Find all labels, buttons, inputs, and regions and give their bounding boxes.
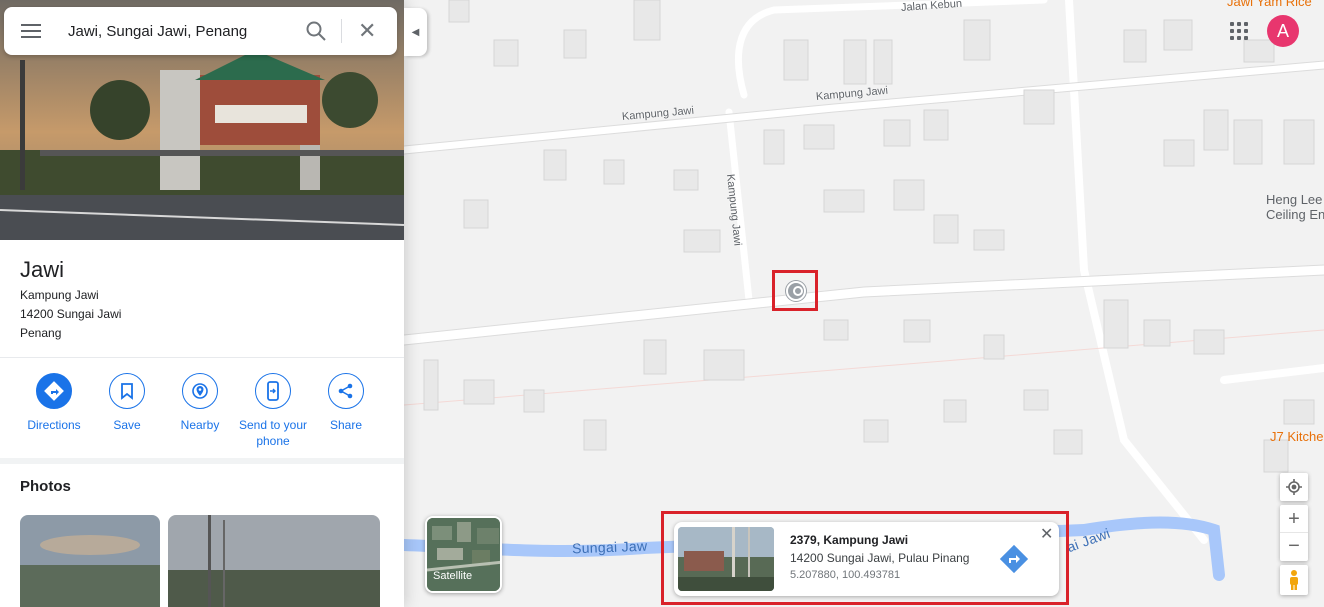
info-card-directions-button[interactable] (999, 544, 1029, 574)
zoom-in-button[interactable]: + (1280, 506, 1308, 533)
satellite-label: Satellite (433, 570, 473, 582)
my-location-button[interactable] (1280, 473, 1308, 501)
account-avatar[interactable]: A (1267, 15, 1299, 47)
send-to-phone-button[interactable]: Send to your phone (236, 373, 310, 449)
share-icon-circle (328, 373, 364, 409)
river-label-sungai-jawi: Sungai Jaw (571, 537, 648, 557)
chevron-left-icon: ◀ (411, 26, 420, 38)
save-button[interactable]: Save (90, 373, 164, 433)
share-label: Share (329, 418, 363, 432)
save-label: Save (113, 418, 141, 432)
info-card-address: 14200 Sungai Jawi, Pulau Pinang (790, 551, 970, 565)
pegman-icon (1290, 570, 1298, 590)
photos-heading: Photos (20, 478, 71, 495)
selected-pin-highlight (772, 270, 818, 311)
photo-thumbnail[interactable] (20, 515, 160, 607)
address-line: Penang (20, 326, 62, 340)
phone-icon-circle (255, 373, 291, 409)
google-apps-icon[interactable] (1230, 22, 1248, 40)
divider (0, 357, 404, 358)
info-card-highlight: 2379, Kampung Jawi 14200 Sungai Jawi, Pu… (661, 511, 1069, 605)
directions-button[interactable]: Directions (17, 373, 91, 433)
collapse-panel-button[interactable]: ◀ (404, 8, 427, 56)
pegman-button[interactable] (1280, 565, 1308, 595)
nearby-icon-circle (182, 373, 218, 409)
directions-label: Directions (27, 418, 81, 432)
info-card-coordinates: 5.207880, 100.493781 (790, 569, 901, 581)
nearby-label: Nearby (180, 418, 220, 432)
address-line: Kampung Jawi (20, 288, 99, 302)
map-canvas[interactable]: Jalan Kebun Kampung Jawi Kampung Jawi Ka… (404, 0, 1324, 607)
info-card-title: 2379, Kampung Jawi (790, 533, 909, 547)
nearby-icon (192, 383, 208, 399)
photo-thumbnail[interactable] (168, 515, 380, 607)
directions-icon (999, 544, 1029, 574)
save-icon-circle (109, 373, 145, 409)
search-icon[interactable] (305, 20, 327, 42)
directions-icon-circle (36, 373, 72, 409)
close-icon[interactable]: ✕ (1040, 524, 1053, 544)
poi-heng-lee[interactable]: Heng Lee Ceiling En (1266, 192, 1324, 222)
poi-j7-kitchen[interactable]: J7 Kitche (1270, 429, 1323, 444)
place-info-card[interactable]: 2379, Kampung Jawi 14200 Sungai Jawi, Pu… (674, 522, 1059, 596)
share-icon (338, 383, 353, 399)
street-view-thumbnail (678, 527, 774, 591)
menu-icon[interactable] (21, 24, 41, 38)
place-thumbnail[interactable] (678, 527, 774, 591)
nearby-button[interactable]: Nearby (163, 373, 237, 433)
zoom-controls: + − (1280, 505, 1308, 561)
directions-icon (44, 381, 64, 401)
my-location-icon (1286, 479, 1302, 495)
search-box: ✕ (4, 7, 397, 55)
share-button[interactable]: Share (309, 373, 383, 433)
poi-jawi-yam-rice[interactable]: Jawi Yam Rice (1227, 0, 1312, 9)
satellite-layer-toggle[interactable]: Satellite (425, 516, 502, 593)
zoom-out-button[interactable]: − (1280, 533, 1308, 560)
side-panel: ✕ Jawi Kampung Jawi 14200 Sungai Jawi Pe… (0, 0, 404, 607)
bookmark-icon (121, 383, 133, 400)
address-line: 14200 Sungai Jawi (20, 307, 122, 321)
search-divider (341, 19, 342, 43)
place-title: Jawi (20, 257, 65, 282)
photo-image (168, 515, 380, 607)
phone-icon (267, 381, 279, 401)
search-input[interactable] (68, 20, 288, 42)
clear-search-icon[interactable]: ✕ (358, 19, 376, 43)
photo-image (20, 515, 160, 607)
location-pin-icon[interactable] (786, 281, 806, 301)
section-divider (0, 458, 404, 464)
send-to-phone-label: Send to your phone (238, 418, 308, 448)
